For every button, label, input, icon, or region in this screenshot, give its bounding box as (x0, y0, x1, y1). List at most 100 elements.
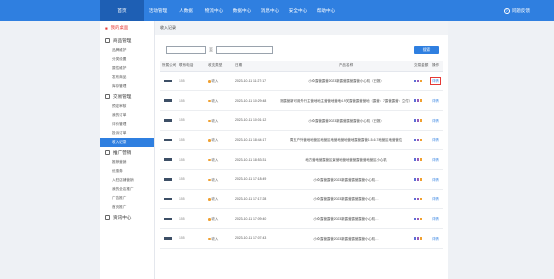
topnav-item[interactable]: 物流中心 (200, 0, 228, 21)
sidebar-item[interactable]: 库存管理 (100, 82, 154, 91)
type-text: 收入 (211, 79, 219, 84)
detail-link[interactable]: 详情 (432, 237, 439, 241)
detail-link[interactable]: 详情 (432, 197, 439, 201)
company-logo (164, 178, 172, 181)
phone-cell: 155 (177, 130, 206, 151)
detail-link[interactable]: 详情 (430, 77, 441, 86)
range-separator: 至 (209, 47, 213, 52)
phone-text: 155 (179, 157, 185, 162)
breadcrumb-current: 收入记录 (160, 25, 176, 30)
company-logo (164, 138, 172, 142)
detail-link[interactable]: 详情 (432, 99, 439, 103)
table-row: 155 收入 2023-10-11 10:29:48 测露营新可用外行主营地地主营营地… (160, 90, 443, 111)
sidebar-group[interactable]: 商品管理 (100, 35, 154, 46)
topnav-item[interactable]: 消息中心 (256, 0, 284, 21)
table-row: 155 收入 2023-10-11 17:18:49 小众露营露营2023新露营露营露… (160, 169, 443, 190)
company-logo (164, 79, 172, 83)
phone-text: 155 (179, 236, 185, 241)
detail-link[interactable]: 详情 (432, 138, 439, 142)
company-cell (160, 71, 177, 92)
column-header: 联系电话 (177, 61, 206, 72)
type-cell: 收入 (206, 90, 233, 111)
company-cell (160, 130, 177, 151)
sidebar-group[interactable]: 交易管理 (100, 91, 154, 102)
sidebar-item[interactable]: 投诉订单 (100, 129, 154, 138)
type-cell: 收入 (206, 71, 233, 92)
sidebar-group[interactable]: 资讯中心 (100, 212, 154, 223)
detail-link[interactable]: 详情 (432, 119, 439, 123)
amount-indicator-icon (414, 178, 422, 181)
detail-link[interactable]: 详情 (432, 178, 439, 182)
action-cell: 详情 (430, 110, 443, 131)
sidebar-group-title: 推广营销 (113, 149, 132, 155)
phone-cell: 155 (177, 208, 206, 229)
end-date-input[interactable] (216, 46, 273, 54)
sidebar-item[interactable]: 分类设置 (100, 55, 154, 64)
search-button[interactable]: 搜索 (414, 46, 439, 54)
product-cell: 测露营新可用外行主营地地主营营地营地4.9关露营露营营地（露营：7露营露营：立付… (278, 90, 412, 111)
sidebar-item[interactable]: 首页推广 (100, 203, 154, 212)
amount-indicator-icon (414, 237, 422, 240)
sidebar-item[interactable]: 评价管理 (100, 120, 154, 129)
sidebar-item[interactable]: 收入记录 (100, 138, 154, 147)
sidebar-item[interactable]: 属性维护 (100, 64, 154, 73)
type-text: 收入 (211, 217, 219, 222)
table-row: 155 收入 2023-10-11 17:17:28 小众露营露营2023新露营露营露… (160, 189, 443, 210)
action-cell: 详情 (430, 71, 443, 92)
type-cell: 收入 (206, 149, 233, 170)
amount-cell (412, 130, 430, 151)
amount-cell (412, 208, 430, 229)
column-header: 所属公司 (160, 61, 177, 72)
sidebar-item[interactable]: 推荐营销 (100, 158, 154, 167)
sidebar: ■ 我的桌面 商品管理 品牌维护 分类设置 属性维护 发布商品 库存管理 交易管理 预定审核我… (100, 21, 155, 279)
type-cell: 收入 (206, 110, 233, 131)
action-cell: 详情 (430, 208, 443, 229)
detail-link[interactable]: 详情 (432, 217, 439, 221)
detail-link[interactable]: 详情 (432, 158, 439, 162)
sidebar-item[interactable]: 优惠券 (100, 167, 154, 176)
group-icon (105, 38, 110, 43)
sidebar-item[interactable]: 我的全店推广 (100, 185, 154, 194)
topnav-item[interactable]: 数据中心 (228, 0, 256, 21)
action-cell: 详情 (430, 169, 443, 190)
status-dot-icon (208, 99, 211, 103)
table-row: 155 收入 2023-10-11 18:44:17 周五户外营地地营区地营区地营地营… (160, 130, 443, 151)
date-cell: 2023-10-11 17:18:49 (233, 169, 278, 190)
phone-text: 155 (179, 78, 185, 83)
status-dot-icon (208, 158, 211, 162)
table-header: 所属公司 联系电话 收支类型 日期 产品名称 交易金额 操作 (160, 61, 443, 72)
group-icon (105, 94, 110, 99)
feedback-link[interactable]: ? 问题反馈 (503, 0, 530, 21)
amount-indicator-icon (414, 99, 422, 102)
type-text: 收入 (211, 138, 219, 143)
company-logo (164, 99, 172, 102)
sidebar-item[interactable]: 广告推广 (100, 194, 154, 203)
sidebar-home[interactable]: ■ 我的桌面 (100, 21, 154, 35)
start-date-input[interactable] (166, 46, 206, 54)
company-cell (160, 189, 177, 210)
topnav-item[interactable]: 首页 (100, 0, 144, 21)
sidebar-item[interactable]: 我的订单 (100, 111, 154, 120)
product-cell: 地方营地营露营区景营地营地营营露营营地营区小心机 (278, 149, 412, 170)
type-text: 收入 (211, 236, 219, 241)
company-cell (160, 149, 177, 170)
table-row: 155 收入 2023-10-11 18:53:31 地方营地营露营区景营地营地营营露… (160, 149, 443, 170)
sidebar-item[interactable]: 入驻店铺营销 (100, 176, 154, 185)
status-dot-icon (208, 198, 211, 201)
sidebar-item[interactable]: 品牌维护 (100, 46, 154, 55)
top-nav-menu: 首页 活动管理 人数据 物流中心 数据中心 消息中心 安全中心 帮助中心 (100, 0, 340, 21)
topnav-item[interactable]: 人数据 (172, 0, 200, 21)
date-cell: 2023-10-11 10:01:12 (233, 110, 278, 131)
sidebar-item[interactable]: 预定审核 (100, 102, 154, 111)
sidebar-item[interactable]: 发布商品 (100, 73, 154, 82)
topnav-item[interactable]: 帮助中心 (312, 0, 340, 21)
phone-text: 155 (179, 196, 185, 201)
sidebar-group[interactable]: 推广营销 (100, 147, 154, 158)
phone-cell: 155 (177, 169, 206, 190)
product-cell: 小众露营露营2023新露营露营露营小心机… (278, 208, 412, 229)
topnav-item[interactable]: 安全中心 (284, 0, 312, 21)
product-cell: 小众露营露营2023新露营露营露营小心机… (278, 189, 412, 210)
topnav-item[interactable]: 活动管理 (144, 0, 172, 21)
amount-indicator-icon (414, 217, 422, 221)
status-dot-icon (208, 139, 211, 142)
